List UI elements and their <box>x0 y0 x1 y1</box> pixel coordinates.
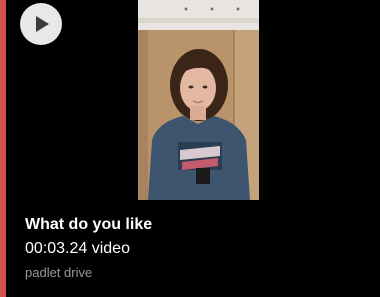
attachment-title[interactable]: What do you like <box>25 214 370 236</box>
play-icon <box>30 13 52 35</box>
play-button[interactable] <box>20 3 62 45</box>
card-accent-bar <box>0 0 6 297</box>
attachment-subtitle: 00:03.24 video <box>25 240 130 257</box>
attachment-source: padlet drive <box>25 265 93 280</box>
attachment-meta: What do you like 00:03.24 video padlet d… <box>25 214 370 282</box>
video-thumbnail[interactable] <box>138 0 259 200</box>
video-attachment-card[interactable]: What do you like 00:03.24 video padlet d… <box>0 0 380 297</box>
